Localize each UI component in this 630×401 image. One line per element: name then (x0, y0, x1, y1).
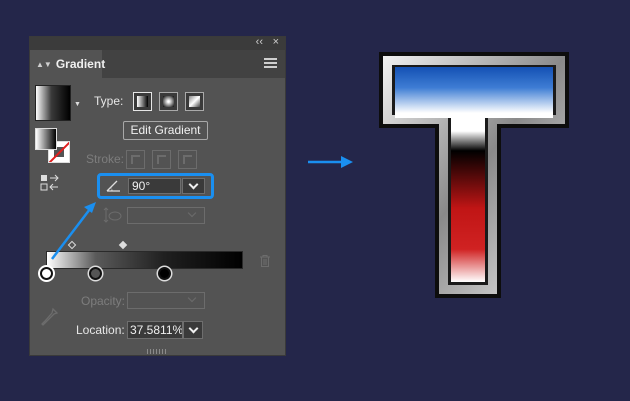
tab-gradient-label: Gradient (55, 57, 106, 71)
gradient-stop-gray[interactable] (89, 267, 102, 280)
menu-icon[interactable] (264, 58, 277, 68)
gradient-stop-white[interactable] (40, 267, 53, 280)
swatch-dropdown-icon[interactable]: ▼ (74, 101, 81, 108)
location-input[interactable]: 37.5811% (127, 321, 183, 339)
tab-gradient[interactable]: ▲▼ Gradient (30, 50, 106, 78)
angle-icon (106, 180, 120, 192)
eyedropper-icon[interactable] (41, 307, 59, 327)
edit-gradient-button[interactable]: Edit Gradient (123, 121, 208, 140)
resize-grip[interactable] (147, 349, 167, 354)
reverse-gradient-icon[interactable] (40, 174, 62, 192)
angle-dropdown-button[interactable] (182, 178, 205, 194)
t-letter-artwork (379, 52, 569, 298)
gradient-panel: ‹‹ × ▲▼ Gradient ▼ Type: Edit Gradient St… (29, 36, 286, 356)
gradient-swatch[interactable] (35, 85, 71, 121)
location-dropdown-button[interactable] (183, 321, 203, 339)
radial-gradient-button[interactable] (159, 92, 178, 111)
opacity-dropdown[interactable] (127, 292, 205, 309)
freeform-gradient-button[interactable] (185, 92, 204, 111)
arrow-right-icon (308, 156, 353, 168)
panel-tab-row: ▲▼ Gradient (30, 50, 285, 78)
gradient-stop-black[interactable] (158, 267, 171, 280)
aspect-ratio-dropdown[interactable] (127, 207, 205, 224)
angle-highlight: 90° (97, 173, 214, 199)
stroke-label: Stroke: (86, 152, 125, 166)
aspect-ratio-icon (103, 207, 122, 223)
opacity-label: Opacity: (81, 294, 126, 308)
type-label: Type: (94, 94, 124, 108)
fill-stroke-widget[interactable] (35, 128, 71, 164)
stroke-across-button[interactable] (178, 150, 197, 169)
angle-input[interactable]: 90° (128, 178, 181, 194)
fill-swatch[interactable] (35, 128, 57, 150)
expand-arrows-icon[interactable]: ▲▼ (36, 60, 52, 69)
midpoint-diamond-selected[interactable] (118, 240, 128, 250)
stroke-within-button[interactable] (126, 150, 145, 169)
panel-titlebar: ‹‹ × (30, 36, 285, 50)
trash-icon[interactable] (260, 255, 270, 267)
midpoint-diamond[interactable] (67, 240, 77, 250)
collapse-panel-icon[interactable]: ‹‹ (256, 36, 263, 48)
gradient-slider[interactable] (46, 251, 243, 269)
location-label: Location: (76, 323, 125, 337)
close-panel-icon[interactable]: × (273, 36, 279, 48)
stroke-along-button[interactable] (152, 150, 171, 169)
linear-gradient-button[interactable] (133, 92, 152, 111)
